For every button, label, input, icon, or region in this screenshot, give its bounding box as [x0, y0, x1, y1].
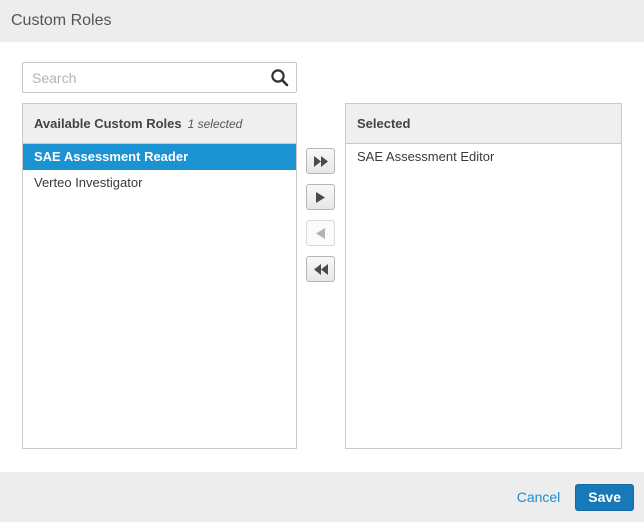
move-all-right-button[interactable]	[306, 148, 335, 174]
available-roles-title: Available Custom Roles	[34, 116, 182, 131]
search-box	[22, 62, 297, 93]
selected-roles-title: Selected	[357, 116, 410, 131]
dialog-titlebar: Custom Roles	[0, 0, 644, 42]
transfer-button-column	[306, 148, 335, 292]
selected-role-item[interactable]: SAE Assessment Editor	[346, 144, 621, 170]
selected-roles-header: Selected	[346, 104, 621, 144]
arrow-right-icon	[316, 192, 325, 203]
move-left-button[interactable]	[306, 220, 335, 246]
arrow-left-icon	[316, 228, 325, 239]
selected-roles-panel: Selected SAE Assessment Editor	[345, 103, 622, 449]
move-all-left-button[interactable]	[306, 256, 335, 282]
available-roles-header: Available Custom Roles 1 selected	[23, 104, 296, 144]
available-role-item[interactable]: SAE Assessment Reader	[23, 144, 296, 170]
custom-roles-dialog: Custom Roles Available Custom Roles 1 se…	[0, 0, 644, 522]
dialog-footer: Cancel Save	[0, 472, 644, 522]
search-input[interactable]	[22, 62, 297, 93]
double-arrow-left-icon	[314, 264, 328, 275]
double-arrow-right-icon	[314, 156, 328, 167]
selection-count-label: 1 selected	[188, 117, 243, 131]
move-right-button[interactable]	[306, 184, 335, 210]
available-roles-panel: Available Custom Roles 1 selected SAE As…	[22, 103, 297, 449]
available-role-item[interactable]: Verteo Investigator	[23, 170, 296, 196]
save-button[interactable]: Save	[575, 484, 634, 511]
cancel-button[interactable]: Cancel	[517, 489, 561, 505]
dialog-title: Custom Roles	[11, 12, 111, 30]
